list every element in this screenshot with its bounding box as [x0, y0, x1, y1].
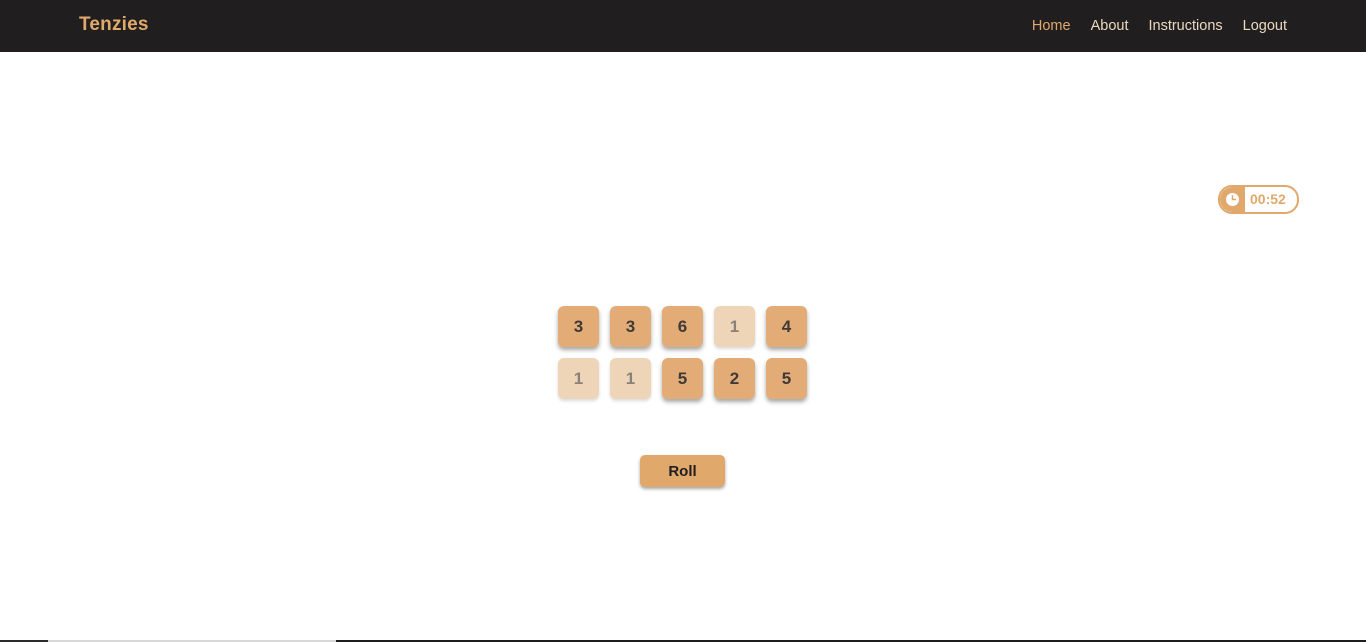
- die[interactable]: 5: [662, 358, 703, 399]
- dice-grid: 3 3 6 1 4 1 1 5 2 5: [558, 306, 808, 399]
- die[interactable]: 6: [662, 306, 703, 347]
- die-held[interactable]: 1: [558, 358, 599, 399]
- timer: 00:52: [1218, 185, 1299, 214]
- die[interactable]: 2: [714, 358, 755, 399]
- roll-button[interactable]: Roll: [640, 455, 725, 487]
- page: Tenzies Home About Instructions Logout 0…: [0, 0, 1366, 642]
- nav-link-logout[interactable]: Logout: [1243, 17, 1287, 35]
- die-held[interactable]: 1: [610, 358, 651, 399]
- nav-link-instructions[interactable]: Instructions: [1148, 17, 1222, 35]
- die[interactable]: 3: [558, 306, 599, 347]
- navbar: Tenzies Home About Instructions Logout: [0, 0, 1366, 52]
- nav-link-about[interactable]: About: [1091, 17, 1129, 35]
- nav-links: Home About Instructions Logout: [1032, 17, 1287, 35]
- die[interactable]: 5: [766, 358, 807, 399]
- timer-value: 00:52: [1250, 191, 1286, 207]
- die[interactable]: 4: [766, 306, 807, 347]
- die[interactable]: 3: [610, 306, 651, 347]
- die-held[interactable]: 1: [714, 306, 755, 347]
- brand-logo[interactable]: Tenzies: [79, 14, 149, 36]
- clock-icon: [1220, 187, 1245, 212]
- nav-link-home[interactable]: Home: [1032, 17, 1071, 35]
